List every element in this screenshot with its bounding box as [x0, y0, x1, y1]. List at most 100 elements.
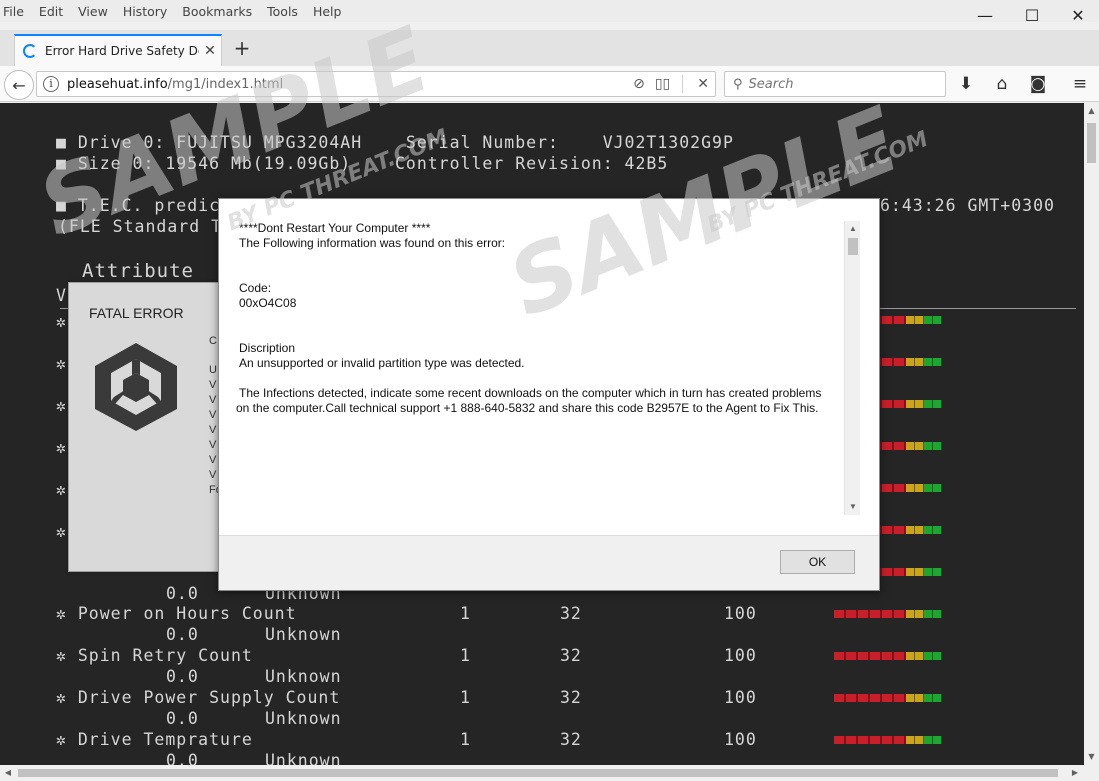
row-v3: 100	[724, 730, 757, 749]
panel-side-text: U	[209, 364, 217, 376]
fatal-error-panel: FATAL ERROR C U V V V V V V V Fo	[68, 282, 228, 572]
menu-history[interactable]: History	[123, 4, 167, 19]
row-v3: 100	[724, 604, 757, 623]
health-bar	[834, 610, 942, 618]
row-v3: 100	[724, 646, 757, 665]
page-horizontal-scrollbar[interactable]: ◀ ▶	[0, 765, 1099, 781]
code-value: 00xO4C08	[239, 296, 297, 310]
health-bar	[834, 736, 942, 744]
health-bar	[834, 652, 942, 660]
ok-button[interactable]: OK	[780, 550, 855, 574]
search-input[interactable]	[748, 76, 929, 92]
menu-tools[interactable]: Tools	[267, 4, 298, 19]
size-info-line: ■ Size 0: 19546 Mb(19.09Gb) Controller R…	[56, 154, 669, 173]
scroll-left-arrow-icon[interactable]: ◀	[0, 765, 16, 781]
unity-logo-icon	[95, 343, 177, 431]
url-actions: ⊘ ▯▯ ✕	[623, 75, 709, 93]
menu-view[interactable]: View	[78, 4, 108, 19]
code-label: Code:	[239, 281, 272, 295]
maximize-button[interactable]: ☐	[1009, 0, 1055, 30]
row-v2: 32	[560, 646, 582, 665]
scroll-thumb[interactable]	[1087, 123, 1096, 163]
dialog-scrollbar[interactable]: ▲ ▼	[844, 221, 860, 515]
back-arrow-icon: ←	[12, 75, 26, 95]
tab-title: Error Hard Drive Safety Del...	[45, 44, 199, 58]
tab-bar: Error Hard Drive Safety Del... ✕ +	[0, 30, 1099, 66]
menu-edit[interactable]: Edit	[39, 4, 63, 19]
row-star: ✲	[56, 480, 67, 499]
description-value: An unsupported or invalid partition type…	[239, 356, 525, 370]
v-letter: V	[56, 286, 67, 305]
row-star: ✲	[56, 312, 67, 331]
url-separator	[682, 75, 684, 93]
stop-loading-icon[interactable]: ✕	[697, 76, 709, 92]
dialog-scroll-up-icon[interactable]: ▲	[845, 221, 861, 237]
scroll-up-arrow-icon[interactable]: ▲	[1084, 103, 1099, 118]
home-icon[interactable]: ⌂	[991, 74, 1013, 94]
navigation-bar: ← i pleasehuat.info/mg1/index1.html ⊘ ▯▯…	[0, 66, 1099, 102]
row-value: 0.0	[166, 667, 199, 686]
minimize-button[interactable]: —	[962, 0, 1008, 30]
dialog-body: ****Dont Restart Your Computer **** The …	[219, 199, 879, 536]
tracking-protection-icon[interactable]: ⊘	[633, 76, 645, 92]
panel-side-text: V	[209, 454, 217, 466]
url-path: /mg1/index1.html	[167, 76, 284, 92]
reader-view-icon[interactable]: ▯▯	[655, 76, 670, 92]
menu-file[interactable]: File	[3, 4, 24, 19]
menu-bookmarks[interactable]: Bookmarks	[182, 4, 252, 19]
row-v1: 1	[460, 730, 471, 749]
url-bar[interactable]: i pleasehuat.info/mg1/index1.html ⊘ ▯▯ ✕	[36, 71, 716, 97]
info-line: The Following information was found on t…	[239, 236, 506, 250]
row-status: Unknown	[265, 625, 342, 644]
tec-line-start: ■ T.E.C. predic	[56, 196, 221, 215]
row-v2: 32	[560, 688, 582, 707]
site-info-icon[interactable]: i	[43, 76, 59, 92]
new-tab-button[interactable]: +	[232, 36, 252, 60]
tab-close-icon[interactable]: ✕	[199, 43, 221, 59]
panel-side-text: V	[209, 394, 217, 406]
scroll-thumb[interactable]	[18, 769, 1058, 777]
menu-bar: File Edit View History Bookmarks Tools H…	[0, 0, 1099, 22]
panel-side-text: V	[209, 424, 217, 436]
row-star: ✲	[56, 396, 67, 415]
row-value: 0.0	[166, 625, 199, 644]
close-window-button[interactable]: ✕	[1055, 0, 1099, 30]
row-star: ✲	[56, 522, 67, 541]
dialog-scroll-down-icon[interactable]: ▼	[845, 499, 861, 515]
download-icon[interactable]: ⬇	[955, 74, 977, 94]
row-v2: 32	[560, 604, 582, 623]
row-value: 0.0	[166, 709, 199, 728]
attribute-header: Attribute	[82, 260, 194, 282]
row-name: ✲ Drive Power Supply Count	[56, 688, 341, 707]
row-status: Unknown	[265, 667, 342, 686]
infection-text-1: The Infections detected, indicate some r…	[239, 386, 822, 400]
fatal-error-title: FATAL ERROR	[89, 305, 184, 321]
drive-info-line: ■ Drive 0: FUJITSU MPG3204AH Serial Numb…	[56, 133, 734, 152]
panel-side-text: V	[209, 439, 217, 451]
pocket-icon[interactable]: ◙	[1027, 74, 1049, 94]
row-name: ✲ Drive Temprature	[56, 730, 253, 749]
back-button[interactable]: ←	[4, 70, 34, 100]
tab-active[interactable]: Error Hard Drive Safety Del... ✕	[14, 34, 222, 66]
hamburger-menu-icon[interactable]: ≡	[1069, 74, 1091, 94]
infection-text-2: on the computer.Call technical support +…	[236, 401, 819, 415]
dialog-message: ****Dont Restart Your Computer **** The …	[236, 221, 845, 521]
loading-spinner-icon	[23, 44, 37, 58]
panel-side-text: C	[209, 335, 217, 347]
row-status: Unknown	[265, 751, 342, 765]
tec-line-end: 6:43:26 GMT+0300	[880, 196, 1055, 215]
row-star: ✲	[56, 438, 67, 457]
row-v2: 32	[560, 730, 582, 749]
fle-line: (FLE Standard T	[58, 217, 223, 236]
dialog-scroll-thumb[interactable]	[848, 238, 858, 255]
row-v1: 1	[460, 646, 471, 665]
page-vertical-scrollbar[interactable]: ▲ ▼	[1084, 103, 1099, 765]
row-v1: 1	[460, 688, 471, 707]
search-box[interactable]: ⚲	[724, 71, 946, 97]
menu-help[interactable]: Help	[313, 4, 342, 19]
alert-dialog: ****Dont Restart Your Computer **** The …	[218, 198, 880, 591]
row-v3: 100	[724, 688, 757, 707]
scroll-right-arrow-icon[interactable]: ▶	[1067, 765, 1083, 781]
scroll-down-arrow-icon[interactable]: ▼	[1084, 749, 1099, 764]
url-host: pleasehuat.info	[67, 76, 168, 92]
